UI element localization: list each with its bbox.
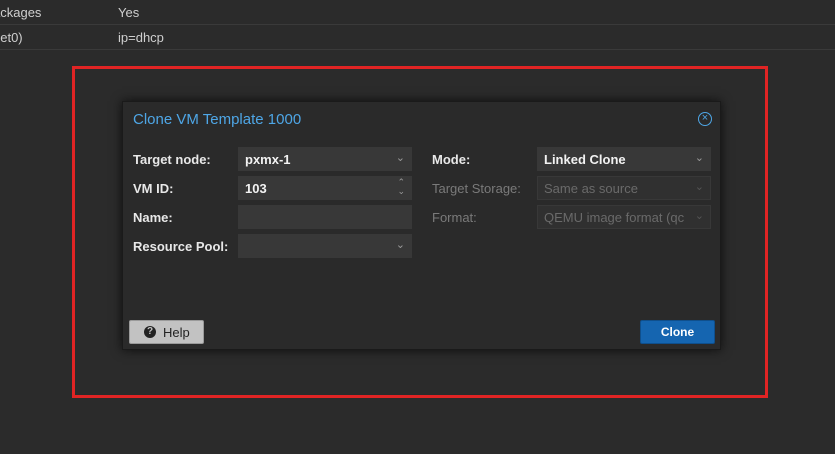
table-row[interactable]: net0) ip=dhcp <box>0 25 835 50</box>
target-storage-select[interactable]: Same as source ⌄ <box>537 176 711 200</box>
question-icon: ? <box>144 326 156 338</box>
close-icon[interactable]: × <box>698 112 712 126</box>
table-row[interactable]: ackages Yes <box>0 0 835 25</box>
dialog-title: Clone VM Template 1000 <box>133 111 302 128</box>
chevron-down-icon[interactable]: ⌄ <box>695 151 704 164</box>
clone-vm-dialog: Clone VM Template 1000 × Target node: px… <box>122 101 721 350</box>
target-node-value: pxmx-1 <box>245 152 291 167</box>
vm-id-input[interactable]: 103 ⌃ ⌄ <box>238 176 412 200</box>
help-button[interactable]: ? Help <box>129 320 204 344</box>
mode-select[interactable]: Linked Clone ⌄ <box>537 147 711 171</box>
chevron-down-icon[interactable]: ⌄ <box>396 151 405 164</box>
format-value: QEMU image format (qc <box>544 210 685 225</box>
resource-pool-label: Resource Pool: <box>133 239 229 254</box>
mode-label: Mode: <box>432 152 471 167</box>
mode-value: Linked Clone <box>544 152 626 167</box>
name-input[interactable] <box>238 205 412 229</box>
resource-pool-select[interactable]: ⌄ <box>238 234 412 258</box>
chevron-down-icon: ⌄ <box>694 210 704 222</box>
spinner-icon[interactable]: ⌃ ⌄ <box>397 178 405 196</box>
chevron-down-icon: ⌄ <box>694 181 704 193</box>
row-value: ip=dhcp <box>118 30 164 45</box>
vm-id-label: VM ID: <box>133 181 174 196</box>
name-label: Name: <box>133 210 173 225</box>
vm-id-value: 103 <box>245 181 267 196</box>
target-node-label: Target node: <box>133 152 211 167</box>
chevron-down-icon[interactable]: ⌄ <box>396 238 405 251</box>
target-storage-placeholder: Same as source <box>544 181 638 196</box>
row-value: Yes <box>118 5 140 20</box>
clone-button[interactable]: Clone <box>640 320 715 344</box>
help-button-label: Help <box>163 325 190 340</box>
format-label: Format: <box>432 210 477 225</box>
target-storage-label: Target Storage: <box>432 181 521 196</box>
row-key: ackages <box>0 5 42 20</box>
background-config-table: ackages Yes net0) ip=dhcp <box>0 0 835 50</box>
target-node-select[interactable]: pxmx-1 ⌄ <box>238 147 412 171</box>
format-select[interactable]: QEMU image format (qc ⌄ <box>537 205 711 229</box>
row-key: net0) <box>0 30 23 45</box>
